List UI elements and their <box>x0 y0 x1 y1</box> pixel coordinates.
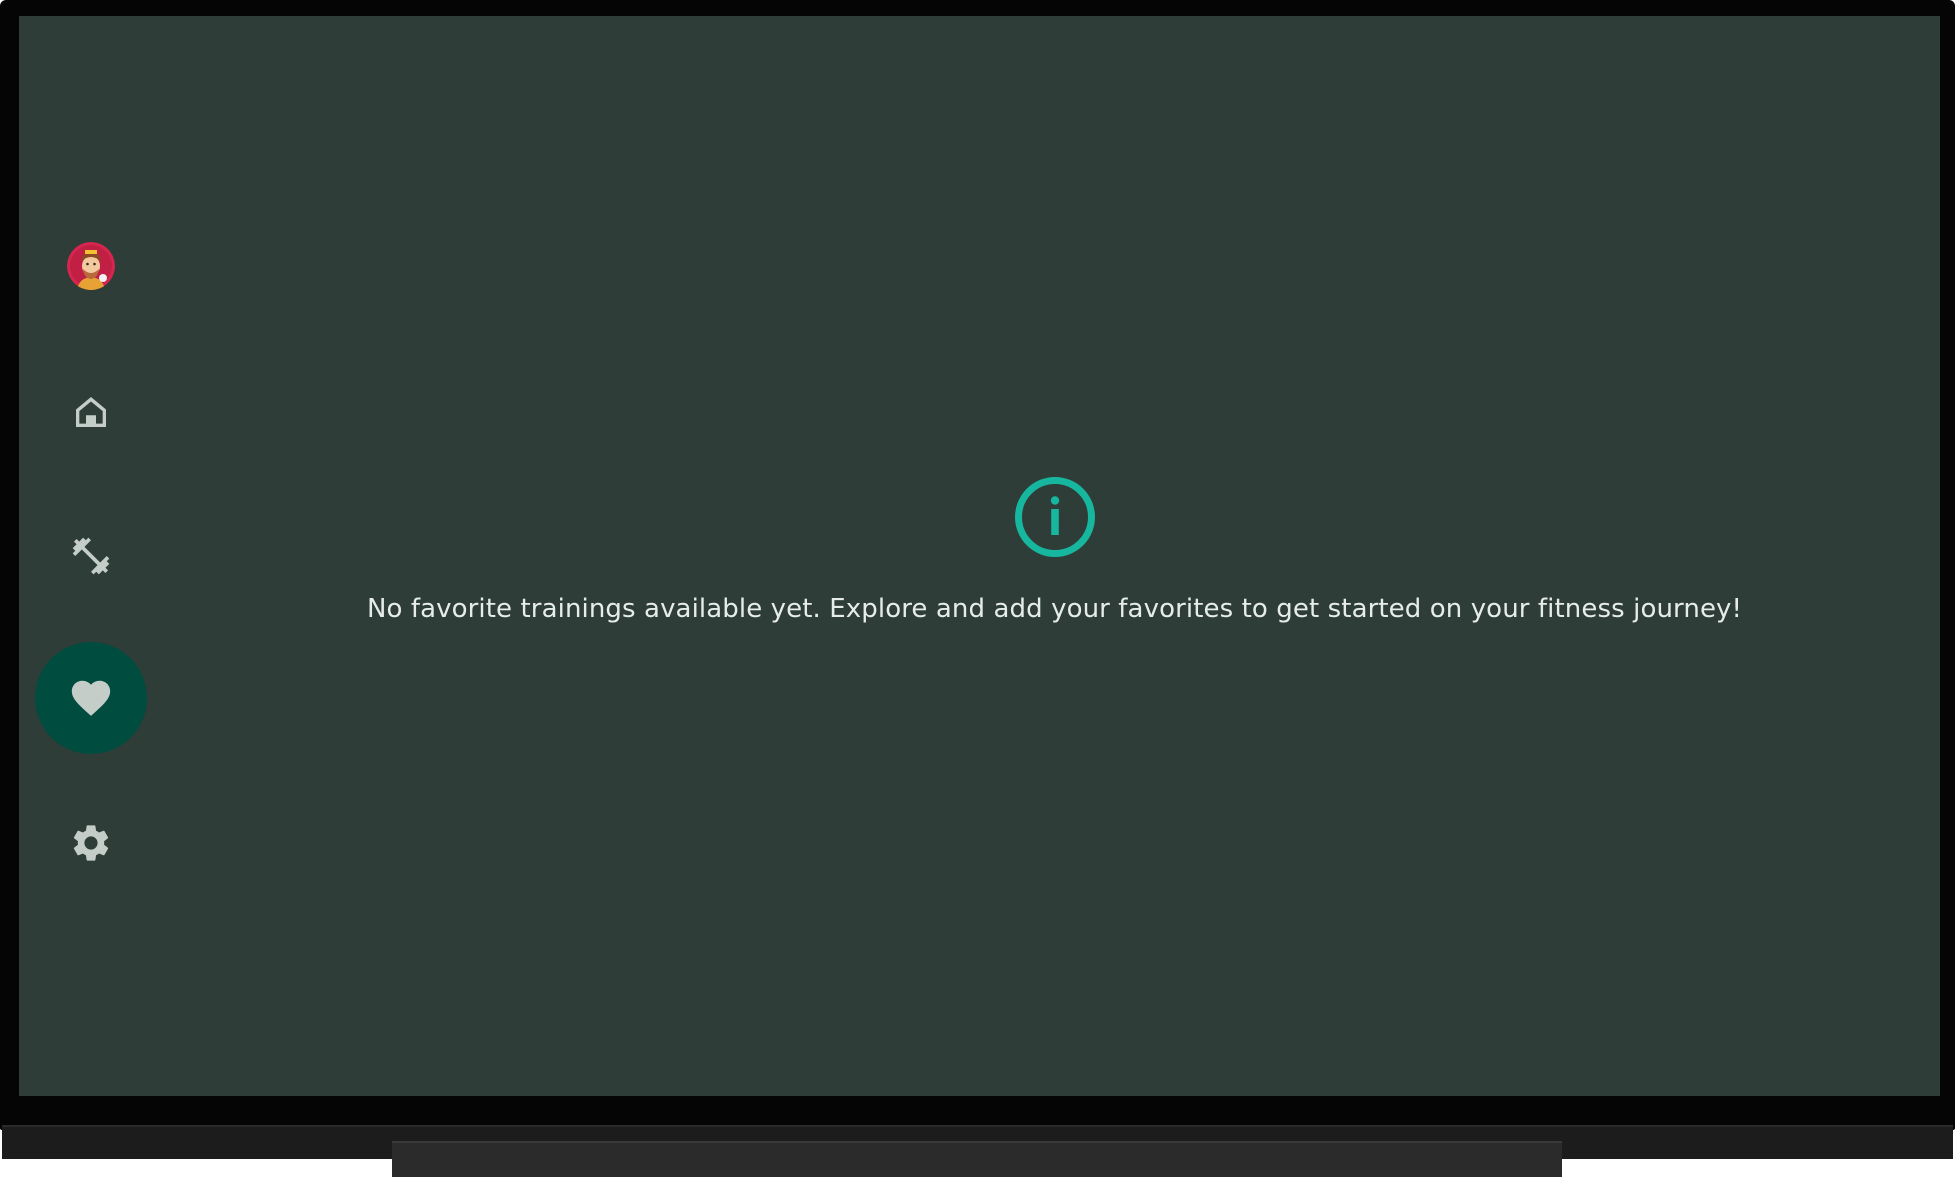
nav-rail <box>19 16 169 1096</box>
dumbbell-icon <box>72 537 110 575</box>
heart-icon <box>71 680 111 716</box>
app-screen: No favorite trainings available yet. Exp… <box>19 16 1940 1096</box>
tv-stand <box>392 1141 1562 1177</box>
nav-item-settings[interactable] <box>35 787 147 899</box>
info-icon <box>1014 477 1095 557</box>
nav-item-profile[interactable] <box>35 210 147 322</box>
gear-icon <box>73 825 109 861</box>
home-icon <box>76 397 106 427</box>
nav-item-favorites[interactable] <box>35 642 147 754</box>
empty-state: No favorite trainings available yet. Exp… <box>169 476 1940 624</box>
nav-item-home[interactable] <box>35 356 147 468</box>
tv-frame: No favorite trainings available yet. Exp… <box>0 0 1955 1177</box>
nav-item-trainings[interactable] <box>35 500 147 612</box>
avatar-icon <box>67 242 115 290</box>
empty-state-message: No favorite trainings available yet. Exp… <box>366 594 1743 624</box>
